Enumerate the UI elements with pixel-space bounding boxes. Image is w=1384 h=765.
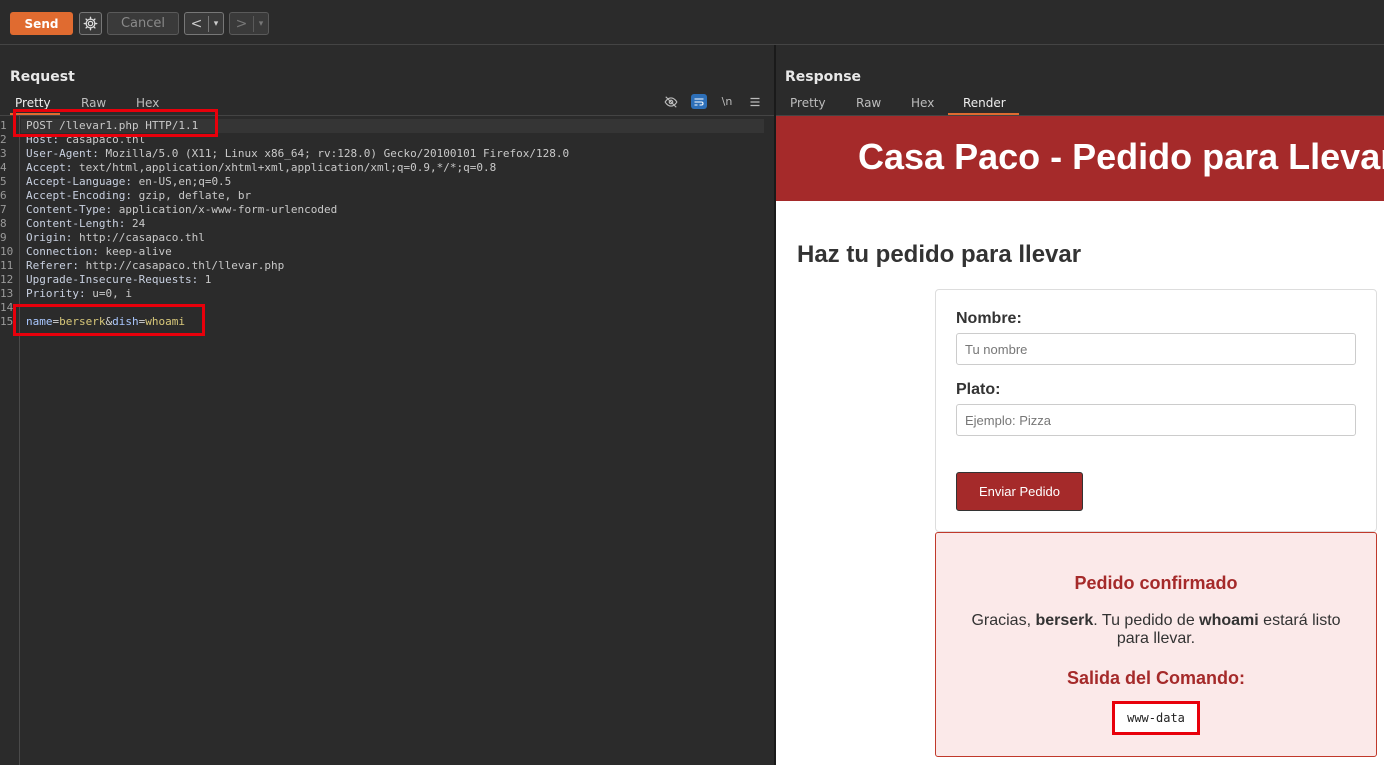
header-value: 1 xyxy=(198,273,212,286)
line-number: 11 xyxy=(0,259,14,272)
header-value: keep-alive xyxy=(98,245,172,258)
header-value: u=0, i xyxy=(85,287,132,300)
settings-button[interactable] xyxy=(79,12,102,35)
request-editor[interactable]: 1 POST /llevar1.php HTTP/1.1 2 Host: casapa… xyxy=(0,116,774,765)
header-value: http://casapaco.thl xyxy=(72,231,205,244)
line-number: 7 xyxy=(0,203,7,216)
chevron-down-icon[interactable]: ▾ xyxy=(209,19,223,29)
forward-button[interactable]: > ▾ xyxy=(229,12,269,35)
customer-name: berserk xyxy=(1035,612,1094,629)
name-input[interactable] xyxy=(956,333,1356,365)
highlight-box-request-body xyxy=(13,304,205,336)
header-line: Content-Type: application/x-www-form-url… xyxy=(26,203,337,216)
chevron-down-icon[interactable]: ▾ xyxy=(254,19,268,29)
tab-request-raw[interactable]: Raw xyxy=(81,96,106,110)
confirmation-title: Pedido confirmado xyxy=(1074,573,1238,593)
hide-icon[interactable] xyxy=(663,94,679,109)
header-line: Accept-Language: en-US,en;q=0.5 xyxy=(26,175,231,188)
tab-response-hex[interactable]: Hex xyxy=(911,96,934,110)
line-number: 9 xyxy=(0,231,7,244)
command-output: www-data xyxy=(1112,701,1200,735)
menu-icon[interactable] xyxy=(747,94,763,109)
line-number: 3 xyxy=(0,147,7,160)
line-number: 5 xyxy=(0,175,7,188)
header-value: en-US,en;q=0.5 xyxy=(131,175,232,188)
tab-response-raw[interactable]: Raw xyxy=(856,96,881,110)
page-banner: Casa Paco - Pedido para Llevar xyxy=(776,116,1384,201)
header-name: Accept-Language: xyxy=(26,175,132,188)
header-value: text/html,application/xhtml+xml,applicat… xyxy=(72,161,497,174)
header-value: 24 xyxy=(125,217,146,230)
banner-title: Casa Paco - Pedido para Llevar xyxy=(858,136,1384,177)
line-number: 4 xyxy=(0,161,7,174)
header-value: gzip, deflate, br xyxy=(131,189,252,202)
dish-input[interactable] xyxy=(956,404,1356,436)
header-name: Upgrade-Insecure-Requests: xyxy=(26,273,199,286)
confirmation-text-part: . Tu pedido de xyxy=(1093,612,1200,629)
header-name: Content-Length: xyxy=(26,217,126,230)
line-number: 12 xyxy=(0,273,14,286)
header-name: Accept: xyxy=(26,161,73,174)
header-line: Content-Length: 24 xyxy=(26,217,145,230)
header-line: Accept-Encoding: gzip, deflate, br xyxy=(26,189,251,202)
cancel-button[interactable]: Cancel xyxy=(107,12,179,35)
tab-request-hex[interactable]: Hex xyxy=(136,96,159,110)
order-form: Nombre: Plato: Enviar Pedido xyxy=(935,289,1377,532)
line-number: 13 xyxy=(0,287,14,300)
command-output-title: Salida del Comando: xyxy=(1066,668,1246,688)
confirmation-text-part: Gracias, xyxy=(971,612,1036,629)
header-name: Content-Type: xyxy=(26,203,113,216)
line-number: 10 xyxy=(0,245,14,258)
chevron-right-icon: > xyxy=(230,15,254,32)
name-label: Nombre: xyxy=(956,310,1022,327)
toolbar: Send Cancel < ▾ > ▾ xyxy=(0,0,1384,45)
header-name: Accept-Encoding: xyxy=(26,189,132,202)
dish-label: Plato: xyxy=(956,381,1001,398)
header-line: Connection: keep-alive xyxy=(26,245,172,258)
header-value: http://casapaco.thl/llevar.php xyxy=(78,259,285,272)
header-line: Referer: http://casapaco.thl/llevar.php xyxy=(26,259,284,272)
header-name: User-Agent: xyxy=(26,147,99,160)
page-heading: Haz tu pedido para llevar xyxy=(797,241,1082,268)
header-name: Connection: xyxy=(26,245,99,258)
header-value: Mozilla/5.0 (X11; Linux x86_64; rv:128.0… xyxy=(98,147,570,160)
line-number: 8 xyxy=(0,217,7,230)
header-name: Referer: xyxy=(26,259,79,272)
wrap-icon[interactable] xyxy=(691,94,707,109)
line-number: 6 xyxy=(0,189,7,202)
gear-icon xyxy=(83,16,98,31)
request-title: Request xyxy=(10,69,75,85)
highlight-box-request-line xyxy=(13,109,218,137)
send-button[interactable]: Send xyxy=(10,12,73,35)
rendered-response: Casa Paco - Pedido para Llevar Haz tu pe… xyxy=(776,116,1384,765)
chevron-left-icon: < xyxy=(185,15,209,32)
confirmation-text: Gracias, berserk. Tu pedido de whoami es… xyxy=(966,612,1346,648)
response-title: Response xyxy=(785,69,862,85)
tab-request-pretty[interactable]: Pretty xyxy=(15,96,51,110)
header-line: Origin: http://casapaco.thl xyxy=(26,231,205,244)
submit-order-button[interactable]: Enviar Pedido xyxy=(956,472,1083,511)
header-value: application/x-www-form-urlencoded xyxy=(112,203,338,216)
newline-icon[interactable]: \n xyxy=(719,94,735,109)
header-name: Priority: xyxy=(26,287,86,300)
back-button[interactable]: < ▾ xyxy=(184,12,224,35)
header-line: Upgrade-Insecure-Requests: 1 xyxy=(26,273,211,286)
tab-response-render[interactable]: Render xyxy=(963,96,1006,110)
header-name: Origin: xyxy=(26,231,73,244)
header-line: Priority: u=0, i xyxy=(26,287,132,300)
confirmation-box: Pedido confirmado Gracias, berserk. Tu p… xyxy=(935,532,1377,757)
header-line: Accept: text/html,application/xhtml+xml,… xyxy=(26,161,496,174)
header-line: User-Agent: Mozilla/5.0 (X11; Linux x86_… xyxy=(26,147,569,160)
tab-response-pretty[interactable]: Pretty xyxy=(790,96,826,110)
ordered-dish: whoami xyxy=(1199,612,1259,629)
